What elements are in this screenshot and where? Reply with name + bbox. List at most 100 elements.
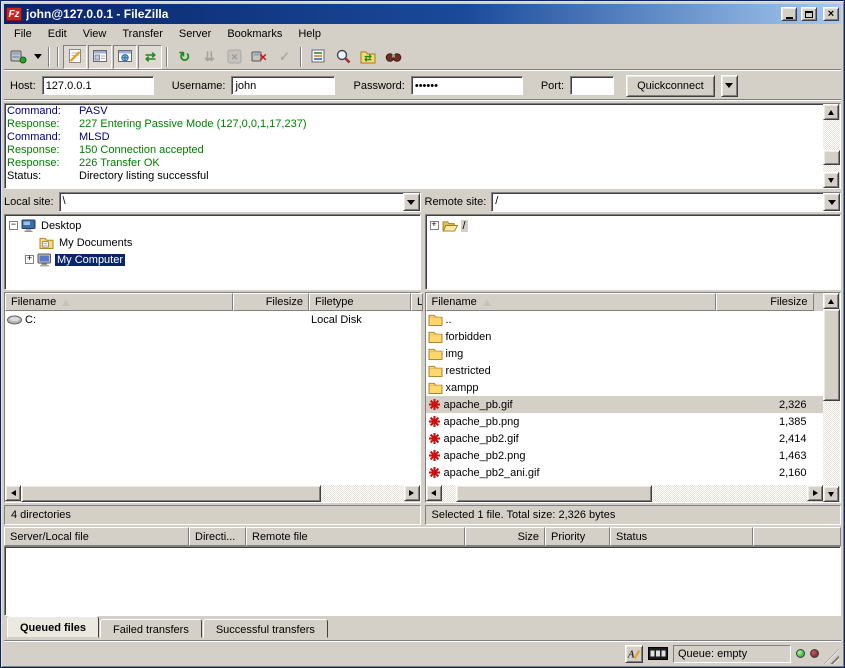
menu-item-view[interactable]: View <box>75 26 115 42</box>
scroll-thumb[interactable] <box>823 309 840 401</box>
column-header-l[interactable]: L <box>411 293 423 311</box>
scroll-up-button[interactable] <box>823 104 839 120</box>
column-header-filesize[interactable]: Filesize <box>233 293 309 311</box>
menu-item-edit[interactable]: Edit <box>40 26 75 42</box>
column-header-filesize[interactable]: Filesize <box>716 293 814 311</box>
table-row[interactable]: xampp <box>426 379 824 396</box>
tree-expander[interactable]: + <box>430 221 439 230</box>
tree-item[interactable]: My Documents <box>7 234 418 251</box>
column-header-filename[interactable]: Filename <box>426 293 716 311</box>
remote-horizontal-scrollbar[interactable] <box>426 485 824 502</box>
scroll-thumb[interactable] <box>456 485 652 502</box>
tree-expander[interactable]: + <box>25 255 34 264</box>
tab-failed-transfers[interactable]: Failed transfers <box>100 619 202 638</box>
filename-filters-button[interactable] <box>306 45 330 69</box>
site-manager-button[interactable] <box>6 45 30 69</box>
file-name: xampp <box>446 382 479 394</box>
directory-comparison-button[interactable] <box>331 45 355 69</box>
column-header-filetype[interactable]: Filetype <box>309 293 411 311</box>
table-row[interactable]: apache_pb.gif2,326 <box>426 396 824 413</box>
toggle-queue-view-button[interactable]: ⇄ <box>138 45 162 69</box>
site-manager-dropdown-button[interactable] <box>31 45 44 69</box>
scroll-up-button[interactable] <box>823 293 839 309</box>
scroll-right-button[interactable] <box>404 485 420 501</box>
table-row[interactable]: apache_pb.png1,385 <box>426 413 824 430</box>
remote-directory-tree: +/ <box>425 214 842 290</box>
local-site-dropdown-button[interactable] <box>403 193 420 211</box>
scroll-track[interactable] <box>442 485 808 502</box>
quickconnect-button[interactable]: Quickconnect <box>626 75 715 97</box>
scroll-thumb[interactable] <box>21 485 321 502</box>
tab-successful-transfers[interactable]: Successful transfers <box>203 619 328 638</box>
table-row[interactable]: img <box>426 345 824 362</box>
tree-item[interactable]: +/ <box>428 217 839 234</box>
toggle-local-tree-icon <box>92 48 109 65</box>
file-name-cell: apache_pb.png <box>426 415 716 428</box>
column-header-filename[interactable]: Filename <box>5 293 233 311</box>
chevron-down-icon <box>725 83 733 88</box>
table-row[interactable]: restricted <box>426 362 824 379</box>
minimize-button[interactable] <box>781 7 797 21</box>
synchronized-browsing-button[interactable]: ⇄ <box>356 45 380 69</box>
maximize-button[interactable] <box>801 7 817 21</box>
table-row[interactable]: apache_pb2.png1,463 <box>426 447 824 464</box>
scroll-track[interactable] <box>823 120 840 172</box>
scroll-down-button[interactable] <box>823 172 839 188</box>
titlebar[interactable]: Fz john@127.0.0.1 - FileZilla × <box>4 4 841 24</box>
queue-column-header-directi-[interactable]: Directi... <box>189 527 246 546</box>
local-site-label: Local site: <box>4 196 54 208</box>
queue-column-header-priority[interactable]: Priority <box>545 527 610 546</box>
tree-item[interactable]: −Desktop <box>7 217 418 234</box>
chevron-down-icon <box>407 200 415 205</box>
tree-expander[interactable]: − <box>9 221 18 230</box>
queue-column-header-server-local-file[interactable]: Server/Local file <box>4 527 189 546</box>
scroll-track[interactable] <box>21 485 404 502</box>
menu-item-file[interactable]: File <box>6 26 40 42</box>
remote-site-combo[interactable]: / <box>491 192 841 212</box>
remote-site-dropdown-button[interactable] <box>823 193 840 211</box>
table-row[interactable]: apache_pb2.gif2,414 <box>426 430 824 447</box>
queue-column-header-status[interactable]: Status <box>610 527 753 546</box>
resize-grip[interactable] <box>824 649 839 664</box>
scroll-left-button[interactable] <box>5 485 21 501</box>
find-files-button[interactable] <box>381 45 405 69</box>
speed-limit-indicator-icon[interactable] <box>648 647 668 660</box>
close-button[interactable]: × <box>823 7 839 21</box>
toggle-message-log-button[interactable] <box>63 45 87 69</box>
transfer-type-ascii-icon[interactable]: A <box>625 645 643 663</box>
transfer-queue: Server/Local fileDirecti...Remote fileSi… <box>4 527 841 638</box>
local-horizontal-scrollbar[interactable] <box>5 485 420 502</box>
table-row[interactable]: C:Local Disk <box>5 311 420 328</box>
tab-queued-files[interactable]: Queued files <box>7 616 99 638</box>
menu-item-bookmarks[interactable]: Bookmarks <box>219 26 290 42</box>
scroll-track[interactable] <box>823 309 840 486</box>
queue-column-header-size[interactable]: Size <box>465 527 545 546</box>
table-row[interactable]: forbidden <box>426 328 824 345</box>
queue-column-header-remote-file[interactable]: Remote file <box>246 527 465 546</box>
password-input[interactable] <box>411 76 523 95</box>
log-vertical-scrollbar[interactable] <box>823 104 840 188</box>
toggle-remote-tree-button[interactable] <box>113 45 137 69</box>
scroll-right-button[interactable] <box>807 485 823 501</box>
menu-item-transfer[interactable]: Transfer <box>114 26 171 42</box>
port-input[interactable] <box>570 76 614 95</box>
remote-vertical-scrollbar[interactable] <box>823 293 840 502</box>
file-name: restricted <box>446 365 491 377</box>
menu-item-help[interactable]: Help <box>290 26 329 42</box>
refresh-button[interactable]: ↻ <box>172 45 196 69</box>
scroll-down-button[interactable] <box>823 486 839 502</box>
table-row[interactable]: apache_pb2_ani.gif2,160 <box>426 464 824 481</box>
file-name-cell: apache_pb2_ani.gif <box>426 466 716 479</box>
username-input[interactable] <box>231 76 335 95</box>
disconnect-button[interactable]: × <box>247 45 271 69</box>
quickconnect-dropdown-button[interactable] <box>721 75 738 97</box>
log-row: Response:226 Transfer OK <box>7 157 821 170</box>
table-row[interactable]: .. <box>426 311 824 328</box>
menu-item-server[interactable]: Server <box>171 26 219 42</box>
tree-item[interactable]: +My Computer <box>7 251 418 268</box>
scroll-left-button[interactable] <box>426 485 442 501</box>
scroll-thumb[interactable] <box>823 150 840 165</box>
host-input[interactable] <box>42 76 154 95</box>
local-site-combo[interactable]: \ <box>59 192 421 212</box>
toggle-local-tree-button[interactable] <box>88 45 112 69</box>
